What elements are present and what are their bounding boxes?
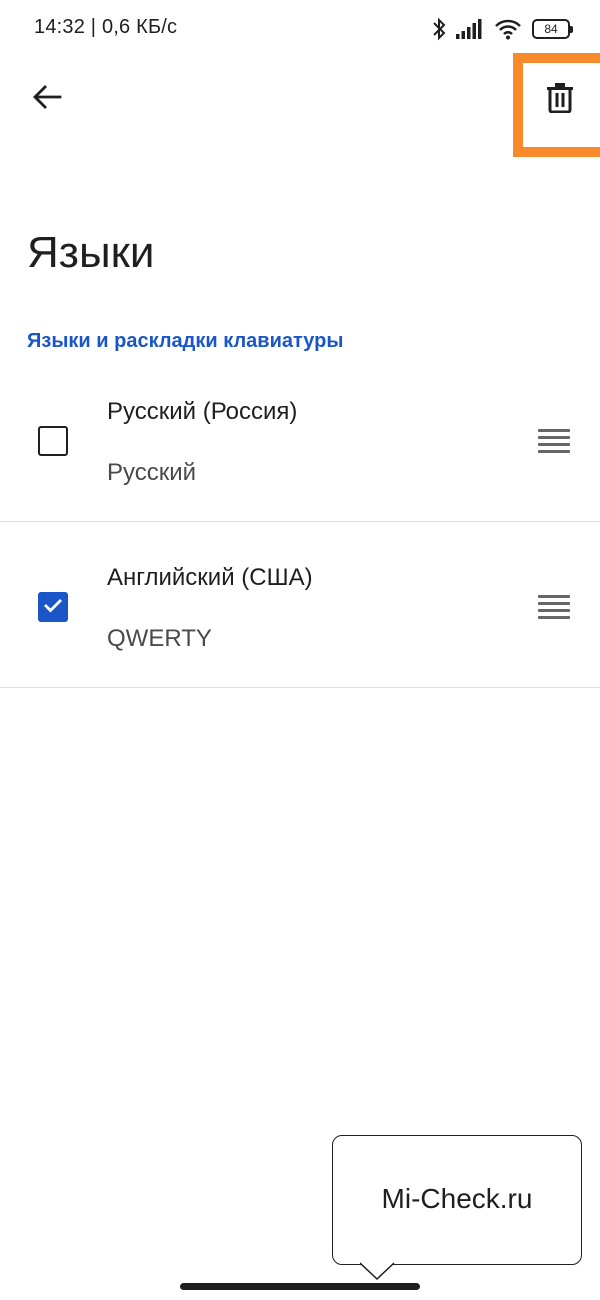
screen: 14:32 | 0,6 КБ/с 84 Языки Языки и раскла… xyxy=(0,0,600,1300)
language-name: Английский (США) xyxy=(107,564,313,591)
language-row-english[interactable]: Английский (США) QWERTY xyxy=(0,522,600,688)
language-list: Русский (Россия) Русский Английский (США… xyxy=(0,376,600,688)
watermark-text: Mi-Check.ru xyxy=(381,1183,533,1214)
language-row-russian[interactable]: Русский (Россия) Русский xyxy=(0,376,600,522)
bluetooth-icon xyxy=(432,17,446,41)
checkmark-icon xyxy=(43,597,63,618)
battery-level: 84 xyxy=(544,22,558,36)
callout-tail xyxy=(360,1262,395,1281)
signal-icon xyxy=(456,19,484,39)
status-icons: 84 xyxy=(432,14,573,44)
watermark-callout: Mi-Check.ru xyxy=(332,1135,582,1265)
drag-handle-icon[interactable] xyxy=(538,429,570,453)
battery-icon: 84 xyxy=(532,19,573,39)
drag-handle-icon[interactable] xyxy=(538,595,570,619)
status-time: 14:32 | 0,6 КБ/с xyxy=(34,16,178,38)
status-bar: 14:32 | 0,6 КБ/с 84 xyxy=(0,0,600,58)
arrow-left-icon xyxy=(32,84,62,115)
checkbox-english[interactable] xyxy=(38,592,68,622)
language-layout: Русский xyxy=(107,459,197,486)
wifi-icon xyxy=(494,18,522,40)
language-layout: QWERTY xyxy=(107,625,212,652)
trash-icon xyxy=(547,82,573,118)
checkbox-russian[interactable] xyxy=(38,426,68,456)
section-header: Языки и раскладки клавиатуры xyxy=(27,330,344,352)
back-button[interactable] xyxy=(22,74,72,124)
page-title: Языки xyxy=(27,228,155,277)
language-name: Русский (Россия) xyxy=(107,398,298,425)
gesture-nav-handle[interactable] xyxy=(180,1283,420,1290)
delete-button[interactable] xyxy=(525,72,595,128)
